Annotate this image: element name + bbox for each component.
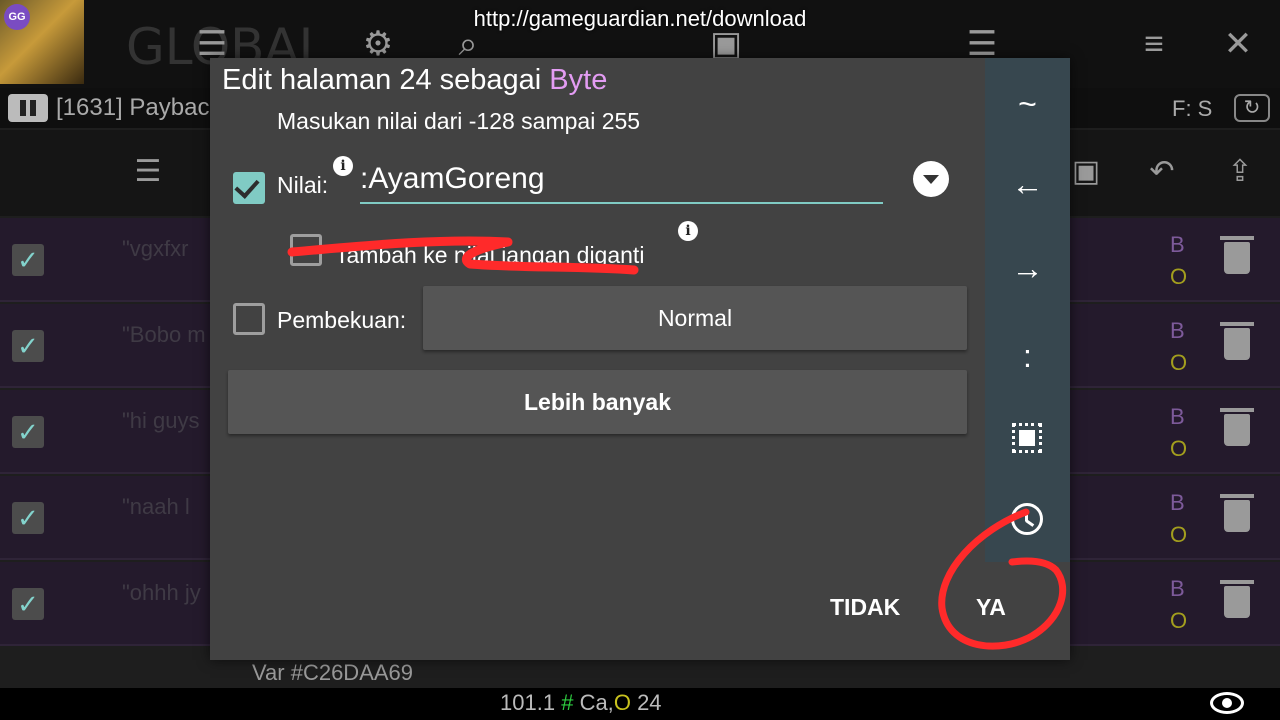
row-text: "naah l [122, 494, 190, 519]
row-checkbox[interactable]: ✓ [12, 502, 44, 534]
trash-icon[interactable] [1220, 580, 1254, 618]
colon-button[interactable]: : [985, 326, 1070, 386]
select-all-icon[interactable]: ▣ [1064, 150, 1108, 194]
info-icon[interactable]: i [333, 156, 353, 176]
fs-label: F: S [1172, 96, 1213, 121]
row-text: "Bobo m [122, 322, 206, 347]
dialog-subtitle: Masukan nilai dari -128 sampai 255 [277, 108, 641, 134]
trash-icon[interactable] [1220, 322, 1254, 360]
row-type-o: O [1170, 350, 1188, 375]
bottom-value: 101.1 [500, 690, 556, 715]
edit-dialog: Edit halaman 24 sebagai Byte Masukan nil… [210, 58, 1070, 660]
value-checkbox[interactable] [233, 172, 265, 204]
history-button[interactable] [985, 488, 1070, 548]
select-all-button[interactable] [985, 404, 1070, 464]
dialog-title-prefix: Edit halaman 24 sebagai [222, 64, 550, 96]
confirm-button[interactable]: YA [976, 594, 1006, 621]
var-label: Var #C26DAA69 [252, 660, 414, 685]
add-to-value-label: Tambah ke nilai jangan diganti [335, 242, 645, 268]
row-type-b: B [1170, 318, 1185, 343]
dialog-title-type: Byte [549, 64, 608, 96]
input-side-panel: ~ ← → : [985, 58, 1070, 562]
row-checkbox[interactable]: ✓ [12, 244, 44, 276]
row-text: "hi guys [122, 408, 200, 433]
row-checkbox[interactable]: ✓ [12, 330, 44, 362]
select-list-icon[interactable]: ☰ [126, 150, 170, 194]
undo-icon[interactable]: ↶ [1140, 150, 1184, 194]
trash-icon[interactable] [1220, 408, 1254, 446]
info-icon[interactable]: i [678, 221, 698, 241]
trash-icon[interactable] [1220, 236, 1254, 274]
pause-button[interactable] [8, 94, 48, 122]
more-button[interactable]: Lebih banyak [228, 370, 967, 434]
row-type-b: B [1170, 404, 1185, 429]
row-text: "ohhh jy [122, 580, 201, 605]
row-type-o: O [1170, 436, 1188, 461]
row-text: "vgxfxr [122, 236, 189, 261]
row-type-o: O [1170, 264, 1188, 289]
chevron-down-icon[interactable] [913, 161, 949, 197]
bottom-info: 101.1 # Ca,O 24 [500, 690, 662, 716]
watermark-url: http://gameguardian.net/download [473, 6, 807, 31]
tilde-button[interactable]: ~ [985, 74, 1070, 134]
value-input[interactable] [360, 156, 883, 204]
refresh-icon[interactable]: ↻ [1234, 94, 1270, 122]
bottom-o: O [613, 690, 631, 715]
arrow-left-icon[interactable]: ← [985, 154, 1070, 214]
row-type-b: B [1170, 232, 1185, 257]
select-all-icon [1012, 423, 1042, 453]
bottom-count: 24 [637, 690, 662, 715]
process-name: [1631] Paybac [56, 94, 210, 121]
row-type-o: O [1170, 608, 1188, 633]
upload-icon[interactable]: ⇪ [1218, 150, 1262, 194]
bottom-hash: # [561, 690, 574, 715]
freeze-mode-select[interactable]: Normal [423, 286, 967, 350]
cancel-button[interactable]: TIDAK [830, 594, 900, 621]
value-label: Nilai: [277, 172, 329, 198]
row-checkbox[interactable]: ✓ [12, 588, 44, 620]
history-icon [1011, 503, 1043, 535]
trash-icon[interactable] [1220, 494, 1254, 532]
freeze-label: Pembekuan: [277, 307, 407, 333]
row-type-o: O [1170, 522, 1188, 547]
row-type-b: B [1170, 576, 1185, 601]
dialog-title: Edit halaman 24 sebagai Byte [222, 64, 607, 97]
add-to-value-checkbox[interactable] [290, 234, 322, 266]
eye-icon[interactable] [1210, 692, 1244, 714]
row-type-b: B [1170, 490, 1185, 515]
freeze-checkbox[interactable] [233, 303, 265, 335]
row-checkbox[interactable]: ✓ [12, 416, 44, 448]
bottom-ca: Ca, [579, 690, 614, 715]
arrow-right-icon[interactable]: → [985, 238, 1070, 298]
